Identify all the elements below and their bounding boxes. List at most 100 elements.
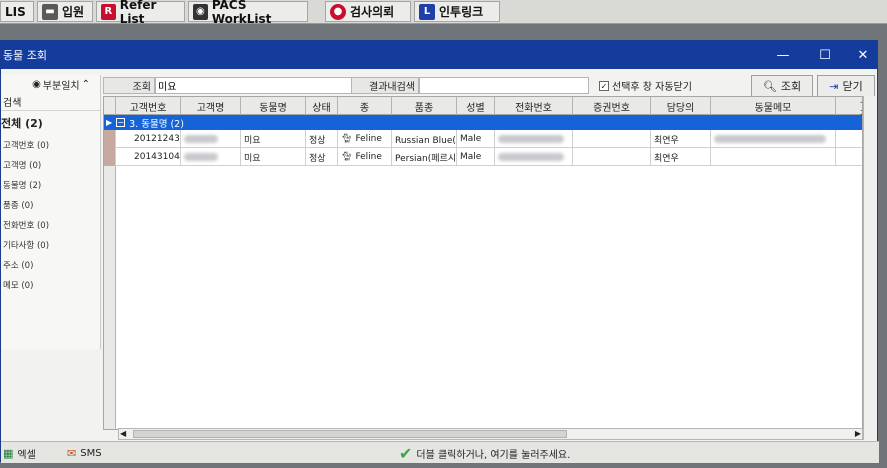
filter-customer-no[interactable]: 고객번호 (0)	[1, 135, 100, 155]
col-animal-name[interactable]: 동물명	[241, 97, 306, 115]
search-bar: 조회 결과내검색 ✓ 선택후 창 자동닫기 🔍︎ 조회 ⇥ 닫기	[103, 75, 879, 97]
horizontal-scrollbar[interactable]: ◀ ▶	[118, 428, 863, 440]
cell-policy-no	[573, 148, 651, 166]
cell-customer-no: 20143104	[116, 148, 181, 166]
close-window-button[interactable]: ✕	[849, 45, 877, 65]
filter-address[interactable]: 주소 (0)	[1, 255, 100, 275]
bed-icon: ▬	[42, 3, 58, 20]
collapse-icon: ⌃	[81, 78, 90, 90]
col-sex[interactable]: 성별	[457, 97, 495, 115]
col-breed[interactable]: 품종	[392, 97, 457, 115]
cell-breed: Russian Blue(러	[392, 130, 457, 148]
filter-memo[interactable]: 메모 (0)	[1, 275, 100, 295]
search-icon: 🔍︎	[762, 79, 777, 93]
collapse-group-icon[interactable]: −	[116, 118, 126, 127]
table-row[interactable]: 20143104 미요 정상 🐈︎ Feline Persian(페르시 Mal…	[104, 148, 862, 166]
result-search-input[interactable]	[419, 77, 589, 94]
horizontal-scroll-thumb[interactable]	[133, 430, 567, 438]
taskbar-pacs-label: PACS WorkList	[211, 0, 272, 26]
col-animal-memo[interactable]: 동물메모	[711, 97, 836, 115]
col-customer-no[interactable]: 고객번호	[116, 97, 181, 115]
filter-etc[interactable]: 기타사항 (0)	[1, 235, 100, 255]
col-customer-name[interactable]: 고객명	[181, 97, 241, 115]
col-doctor[interactable]: 담당의	[651, 97, 711, 115]
auto-close-checkbox[interactable]: ✓ 선택후 창 자동닫기	[599, 78, 692, 93]
select-hint-label: 더블 클릭하거나, 여기를 눌러주세요.	[416, 449, 571, 461]
result-search-label: 결과내검색	[351, 77, 419, 94]
excel-icon: ▦	[3, 446, 14, 460]
sms-icon: ✉	[67, 446, 77, 460]
exit-icon: ⇥	[829, 79, 839, 93]
taskbar-intolink[interactable]: L 인투링크	[414, 1, 500, 22]
grid-header: 고객번호 고객명 동물명 상태 종 품종 성별 전화번호 증권번호 담당의 동물…	[104, 97, 862, 121]
scroll-left-icon[interactable]: ◀	[120, 429, 126, 438]
col-policy-no[interactable]: 증권번호	[573, 97, 651, 115]
match-mode[interactable]: ◉ 부분일치 ⌃	[1, 75, 100, 93]
col-status[interactable]: 상태	[306, 97, 338, 115]
redacted-memo	[714, 135, 826, 143]
lab-request-icon: ●	[330, 3, 346, 20]
bottom-bar: ▦ 엑셀 ✉ SMS ✔ 더블 클릭하거나, 여기를 눌러주세요.	[1, 441, 879, 463]
select-hint[interactable]: ✔ 더블 클릭하거나, 여기를 눌러주세요.	[399, 443, 571, 463]
taskbar-lab-request[interactable]: ● 검사의뢰	[325, 1, 411, 22]
checkbox-icon: ✓	[599, 80, 609, 91]
results-grid: 고객번호 고객명 동물명 상태 종 품종 성별 전화번호 증권번호 담당의 동물…	[103, 96, 863, 430]
group-row[interactable]: ▶ − 3. 동물명 (2)	[104, 115, 862, 130]
search-label: 조회	[103, 77, 155, 94]
cat-icon: 🐈︎	[341, 152, 353, 162]
cell-customer-name	[181, 130, 241, 148]
filter-total[interactable]: 전체 (2)	[1, 111, 100, 135]
cell-animal-name: 미요	[241, 148, 306, 166]
cell-policy-no	[573, 130, 651, 148]
maximize-button[interactable]: ☐	[811, 45, 839, 65]
minimize-button[interactable]: —	[769, 45, 797, 65]
intolink-icon: L	[419, 3, 435, 20]
filter-customer-name[interactable]: 고객명 (0)	[1, 155, 100, 175]
filter-breed[interactable]: 품종 (0)	[1, 195, 100, 215]
row-indicator-column	[104, 166, 116, 429]
filter-animal-name[interactable]: 동물명 (2)	[1, 175, 100, 195]
cell-species: 🐈︎ Feline	[338, 148, 392, 166]
cell-phone	[495, 130, 573, 148]
group-label: 3. 동물명 (2)	[129, 118, 184, 130]
vertical-scrollbar[interactable]	[863, 96, 877, 440]
col-customer-extra[interactable]: 고객	[836, 97, 862, 121]
cell-status: 정상	[306, 130, 338, 148]
match-mode-label: 부분일치	[42, 80, 80, 92]
close-button[interactable]: ⇥ 닫기	[817, 75, 875, 97]
checkmark-icon: ✔	[399, 443, 413, 463]
sms-button[interactable]: ✉ SMS	[67, 444, 111, 462]
refer-icon: R	[101, 3, 116, 20]
taskbar-admission[interactable]: ▬ 입원	[37, 1, 93, 22]
cell-customer-no: 20121243	[116, 130, 181, 148]
excel-button[interactable]: ▦ 엑셀	[3, 444, 49, 462]
taskbar-pacs-worklist[interactable]: ◉ PACS WorkList	[188, 0, 308, 26]
taskbar-refer-label: Refer List	[119, 0, 157, 26]
row-marker	[104, 148, 116, 166]
cell-breed: Persian(페르시	[392, 148, 457, 166]
redacted-name	[184, 153, 218, 161]
taskbar-intolink-label: 인투링크	[439, 5, 484, 19]
cell-animal-name: 미요	[241, 130, 306, 148]
cell-sex: Male	[457, 130, 495, 148]
excel-label: 엑셀	[17, 449, 36, 461]
taskbar-admission-label: 입원	[62, 5, 85, 19]
taskbar-lis[interactable]: LIS	[0, 1, 34, 22]
redacted-phone	[498, 153, 564, 161]
taskbar-refer-list[interactable]: R Refer List	[96, 0, 185, 26]
col-phone[interactable]: 전화번호	[495, 97, 573, 115]
scroll-right-icon[interactable]: ▶	[855, 429, 861, 438]
col-species[interactable]: 종	[338, 97, 392, 115]
filter-panel: ◉ 부분일치 ⌃ 검색 전체 (2) 고객번호 (0) 고객명 (0) 동물명 …	[1, 75, 101, 349]
cat-icon: 🐈︎	[341, 134, 353, 144]
cell-extra	[836, 148, 862, 166]
cell-phone	[495, 148, 573, 166]
row-indicator-header	[104, 97, 116, 115]
cell-doctor: 최연우	[651, 130, 711, 148]
filter-phone[interactable]: 전화번호 (0)	[1, 215, 100, 235]
table-row[interactable]: 20121243 미요 정상 🐈︎ Feline Russian Blue(러 …	[104, 130, 862, 148]
search-button[interactable]: 🔍︎ 조회	[751, 75, 813, 97]
cell-customer-name	[181, 148, 241, 166]
animal-search-window: 동물 조회 — ☐ ✕ ◉ 부분일치 ⌃ 검색 전체 (2) 고객번호 (0) …	[0, 40, 879, 463]
close-button-label: 닫기	[842, 80, 863, 93]
